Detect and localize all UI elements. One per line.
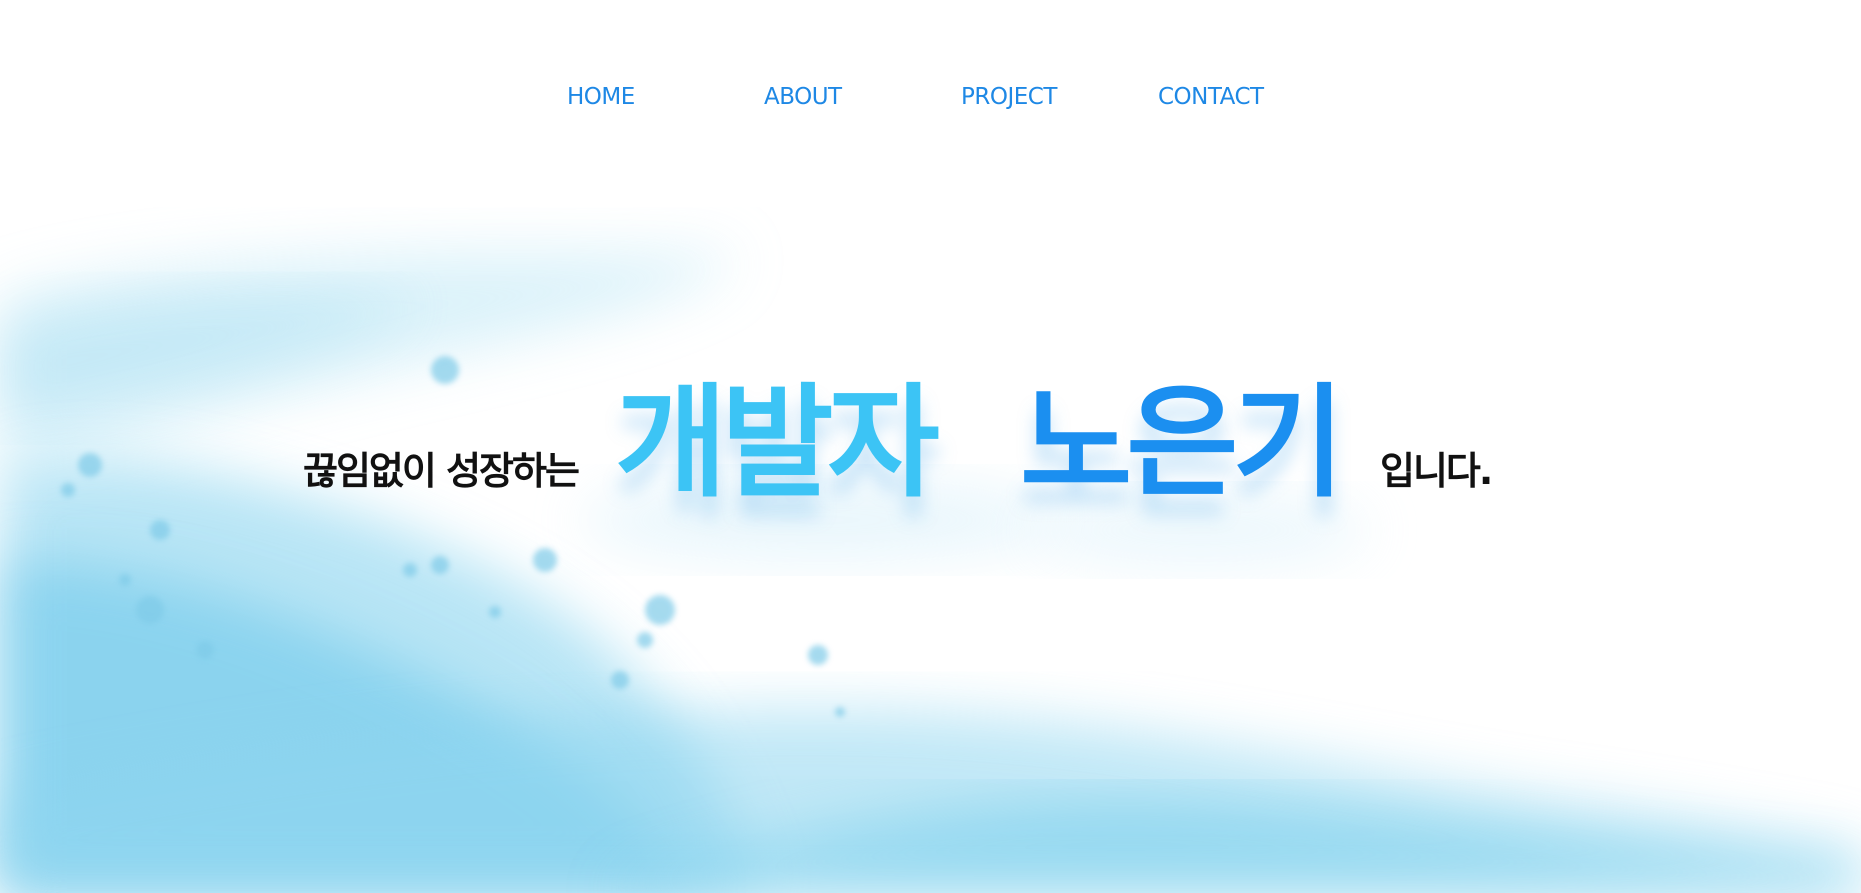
top-navigation: HOME ABOUT PROJECT CONTACT <box>0 82 1861 112</box>
nav-about-link[interactable]: ABOUT <box>764 82 842 112</box>
hero-headline: 끊임없이 성장하는 개발자 노은기 입니다. <box>0 376 1861 556</box>
hero-prefix-text: 끊임없이 성장하는 <box>303 449 580 493</box>
hero-name-first: 개발자 <box>615 372 940 514</box>
nav-home-link[interactable]: HOME <box>567 82 635 112</box>
nav-contact-link[interactable]: CONTACT <box>1158 82 1264 112</box>
landing-page: HOME ABOUT PROJECT CONTACT 끊임없이 성장하는 개발자… <box>0 0 1861 893</box>
hero-suffix-text: 입니다. <box>1380 449 1493 493</box>
nav-project-link[interactable]: PROJECT <box>961 82 1057 112</box>
hero-name-second: 노은기 <box>1020 372 1345 514</box>
